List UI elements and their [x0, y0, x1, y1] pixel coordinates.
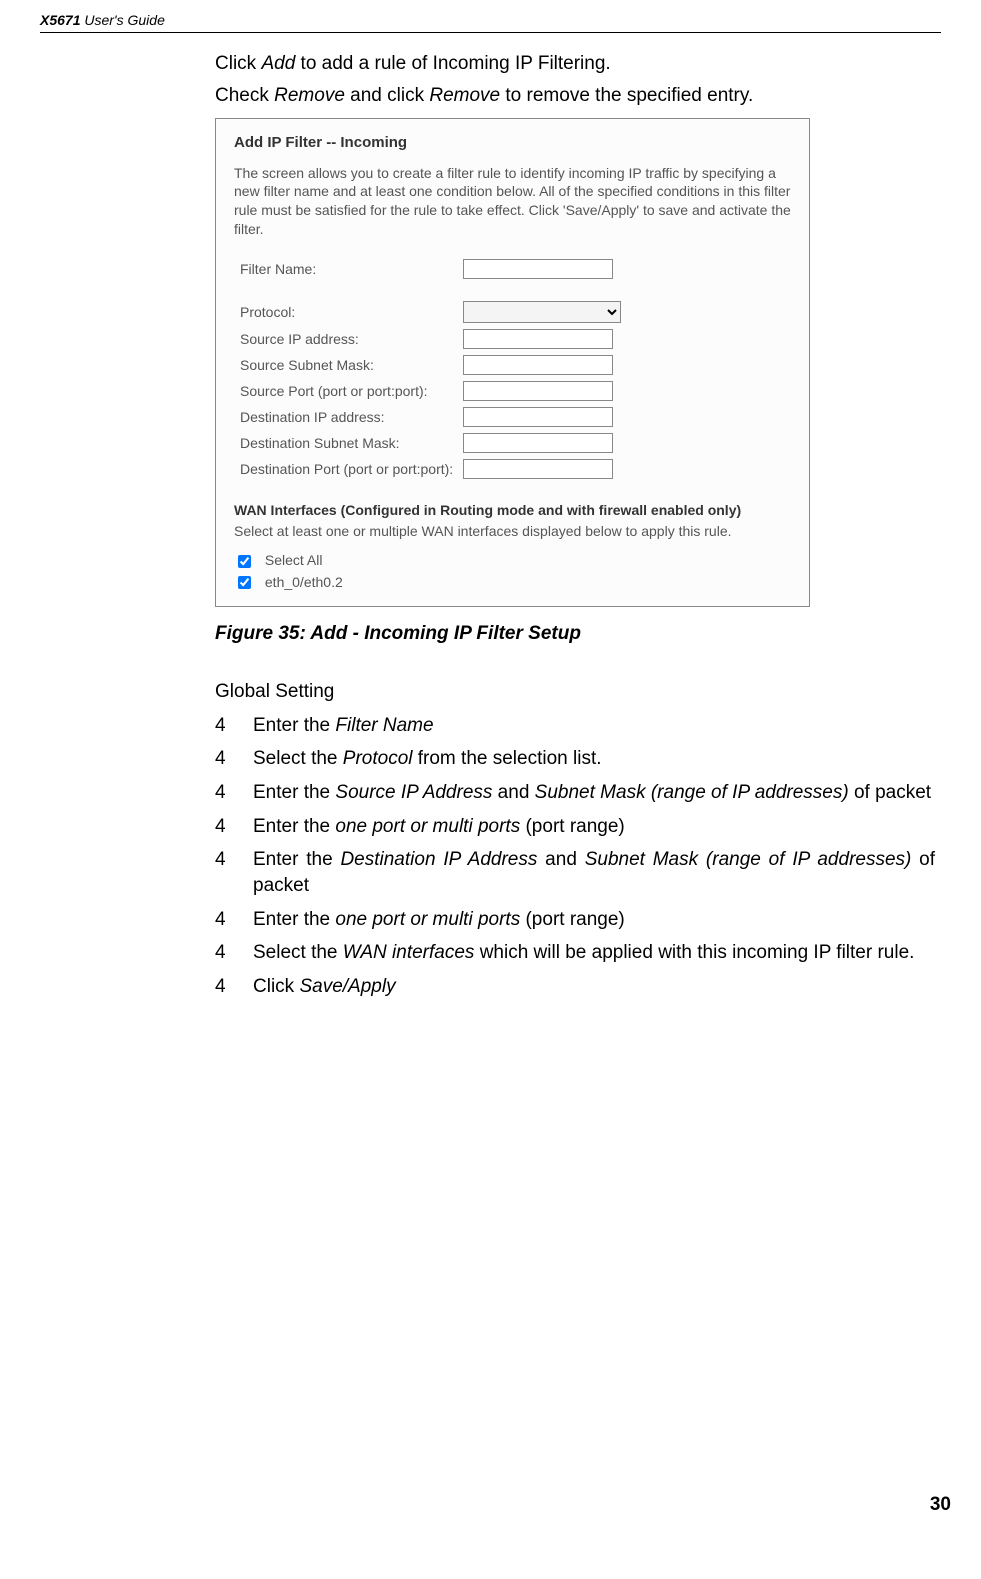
- text: (port range): [520, 909, 625, 930]
- step-number: 4: [215, 974, 253, 1000]
- text-italic: one port or multi ports: [335, 909, 520, 930]
- text-italic: Subnet Mask (range of IP addresses): [535, 782, 849, 803]
- text-italic: Subnet Mask (range of IP addresses): [585, 849, 912, 870]
- form-title: Add IP Filter -- Incoming: [234, 133, 791, 153]
- step-number: 4: [215, 713, 253, 739]
- text-italic: Source IP Address: [335, 782, 492, 803]
- label-source-ip: Source IP address:: [236, 327, 457, 351]
- text-italic: Save/Apply: [299, 976, 395, 997]
- text: Enter the: [253, 782, 335, 803]
- wan-section-desc: Select at least one or multiple WAN inte…: [234, 522, 791, 541]
- label-dest-mask: Destination Subnet Mask:: [236, 431, 457, 455]
- dest-ip-input[interactable]: [463, 407, 613, 427]
- dest-port-input[interactable]: [463, 459, 613, 479]
- text: to remove the specified entry.: [500, 85, 753, 106]
- form-table: Filter Name: Protocol: Source IP address…: [234, 255, 627, 483]
- text: and: [492, 782, 534, 803]
- text-italic: Remove: [429, 85, 500, 106]
- text: Select the: [253, 748, 343, 769]
- text-italic: Protocol: [343, 748, 413, 769]
- step-number: 4: [215, 907, 253, 933]
- page-header: X5671 User's Guide: [40, 12, 941, 33]
- label-dest-port: Destination Port (port or port:port):: [236, 457, 457, 481]
- text: Enter the: [253, 849, 340, 870]
- filter-name-input[interactable]: [463, 259, 613, 279]
- figure-caption: Figure 35: Add - Incoming IP Filter Setu…: [215, 621, 935, 647]
- page-number: 30: [930, 1494, 951, 1516]
- source-port-input[interactable]: [463, 381, 613, 401]
- text: Enter the: [253, 816, 335, 837]
- list-item: 4 Enter the one port or multi ports (por…: [215, 907, 935, 933]
- text-italic: Add: [261, 53, 295, 74]
- text: Select the: [253, 942, 343, 963]
- text: from the selection list.: [412, 748, 601, 769]
- text: which will be applied with this incoming…: [474, 942, 914, 963]
- header-suffix: User's Guide: [80, 12, 164, 28]
- list-item: 4 Enter the Filter Name: [215, 713, 935, 739]
- label-protocol: Protocol:: [236, 299, 457, 325]
- list-item: 4 Select the WAN interfaces which will b…: [215, 940, 935, 966]
- global-setting-label: Global Setting: [215, 679, 935, 705]
- text: Click: [215, 53, 261, 74]
- step-number: 4: [215, 780, 253, 806]
- text: (port range): [520, 816, 625, 837]
- list-item: 4 Enter the one port or multi ports (por…: [215, 814, 935, 840]
- embedded-screenshot: Add IP Filter -- Incoming The screen all…: [215, 118, 810, 607]
- source-mask-input[interactable]: [463, 355, 613, 375]
- label-source-port: Source Port (port or port:port):: [236, 379, 457, 403]
- text: Enter the: [253, 715, 335, 736]
- checkbox-row-eth0[interactable]: eth_0/eth0.2: [234, 573, 791, 593]
- text: Check: [215, 85, 274, 106]
- step-number: 4: [215, 746, 253, 772]
- wan-section-title: WAN Interfaces (Configured in Routing mo…: [234, 501, 791, 520]
- text: and: [537, 849, 584, 870]
- text: of packet: [849, 782, 931, 803]
- list-item: 4 Click Save/Apply: [215, 974, 935, 1000]
- protocol-select[interactable]: [463, 301, 621, 323]
- checkbox-row-select-all[interactable]: Select All: [234, 551, 791, 571]
- header-model: X5671: [40, 12, 80, 28]
- step-number: 4: [215, 847, 253, 898]
- form-description: The screen allows you to create a filter…: [234, 164, 791, 240]
- list-item: 4 Select the Protocol from the selection…: [215, 746, 935, 772]
- intro-line-1: Click Add to add a rule of Incoming IP F…: [215, 51, 935, 77]
- text: to add a rule of Incoming IP Filtering.: [295, 53, 610, 74]
- eth0-label: eth_0/eth0.2: [265, 574, 343, 590]
- select-all-checkbox[interactable]: [238, 555, 251, 568]
- text-italic: Remove: [274, 85, 345, 106]
- list-item: 4 Enter the Destination IP Address and S…: [215, 847, 935, 898]
- select-all-label: Select All: [265, 552, 323, 568]
- label-filter-name: Filter Name:: [236, 257, 457, 281]
- eth0-checkbox[interactable]: [238, 576, 251, 589]
- source-ip-input[interactable]: [463, 329, 613, 349]
- dest-mask-input[interactable]: [463, 433, 613, 453]
- text-italic: one port or multi ports: [335, 816, 520, 837]
- text-italic: WAN interfaces: [343, 942, 475, 963]
- list-item: 4 Enter the Source IP Address and Subnet…: [215, 780, 935, 806]
- steps-list: 4 Enter the Filter Name 4 Select the Pro…: [215, 713, 935, 1000]
- text-italic: Destination IP Address: [340, 849, 537, 870]
- step-number: 4: [215, 940, 253, 966]
- text: Click: [253, 976, 299, 997]
- text-italic: Filter Name: [335, 715, 433, 736]
- step-number: 4: [215, 814, 253, 840]
- text: and click: [345, 85, 429, 106]
- text: Enter the: [253, 909, 335, 930]
- intro-line-2: Check Remove and click Remove to remove …: [215, 83, 935, 109]
- label-dest-ip: Destination IP address:: [236, 405, 457, 429]
- label-source-mask: Source Subnet Mask:: [236, 353, 457, 377]
